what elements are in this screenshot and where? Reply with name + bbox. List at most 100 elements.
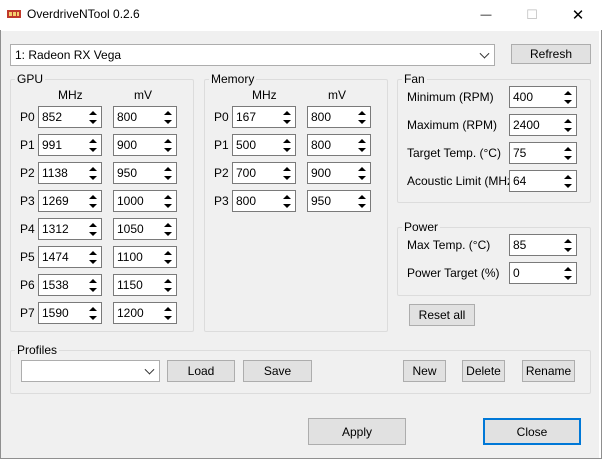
close-window-button[interactable]: ✕ xyxy=(555,0,601,30)
spin-up-button[interactable] xyxy=(161,276,175,285)
spin-up-button[interactable] xyxy=(161,220,175,229)
spin-up-button[interactable] xyxy=(280,192,294,201)
gpu-mhz-spin[interactable]: 1538 xyxy=(38,274,102,296)
memory-mv-spin[interactable]: 900 xyxy=(307,162,371,184)
spin-up-button[interactable] xyxy=(161,164,175,173)
gpu-mv-spin[interactable]: 1000 xyxy=(113,190,177,212)
profile-select[interactable] xyxy=(21,360,160,382)
spin-up-button[interactable] xyxy=(86,248,100,257)
gpu-mv-spin[interactable]: 1050 xyxy=(113,218,177,240)
gpu-mhz-spin[interactable]: 1269 xyxy=(38,190,102,212)
load-profile-button[interactable]: Load xyxy=(167,360,235,382)
memory-mhz-spin[interactable]: 700 xyxy=(232,162,296,184)
spin-down-button[interactable] xyxy=(161,173,175,182)
spin-down-button[interactable] xyxy=(561,273,575,282)
refresh-button[interactable]: Refresh xyxy=(511,44,591,64)
spin-up-button[interactable] xyxy=(561,144,575,153)
spin-up-button[interactable] xyxy=(280,136,294,145)
device-select[interactable]: 1: Radeon RX Vega xyxy=(10,44,495,66)
gpu-mhz-spin[interactable]: 1138 xyxy=(38,162,102,184)
memory-mhz-spin[interactable]: 800 xyxy=(232,190,296,212)
spin-down-button[interactable] xyxy=(561,245,575,254)
gpu-mhz-spin[interactable]: 1474 xyxy=(38,246,102,268)
fan-setting-spin[interactable]: 64 xyxy=(509,170,577,192)
gpu-mv-spin[interactable]: 1200 xyxy=(113,302,177,324)
spin-up-button[interactable] xyxy=(86,164,100,173)
spin-up-button[interactable] xyxy=(561,172,575,181)
apply-button[interactable]: Apply xyxy=(308,418,406,445)
spin-down-button[interactable] xyxy=(86,313,100,322)
spin-down-button[interactable] xyxy=(561,97,575,106)
memory-mhz-spin[interactable]: 167 xyxy=(232,106,296,128)
spin-up-button[interactable] xyxy=(355,136,369,145)
gpu-mhz-spin[interactable]: 991 xyxy=(38,134,102,156)
memory-mv-spin[interactable]: 800 xyxy=(307,106,371,128)
new-profile-button[interactable]: New xyxy=(403,360,446,382)
gpu-mv-spin[interactable]: 950 xyxy=(113,162,177,184)
spin-up-button[interactable] xyxy=(280,108,294,117)
save-profile-button[interactable]: Save xyxy=(243,360,312,382)
spin-up-button[interactable] xyxy=(86,192,100,201)
spin-down-button[interactable] xyxy=(355,173,369,182)
spin-down-button[interactable] xyxy=(280,117,294,126)
spin-down-button[interactable] xyxy=(561,181,575,190)
spin-up-button[interactable] xyxy=(86,108,100,117)
spin-down-button[interactable] xyxy=(280,201,294,210)
memory-mhz-spin[interactable]: 500 xyxy=(232,134,296,156)
close-button[interactable]: Close xyxy=(483,418,581,445)
spin-down-button[interactable] xyxy=(86,201,100,210)
spin-down-button[interactable] xyxy=(161,285,175,294)
spin-down-button[interactable] xyxy=(161,117,175,126)
spin-up-button[interactable] xyxy=(561,236,575,245)
spin-up-button[interactable] xyxy=(161,108,175,117)
spin-down-button[interactable] xyxy=(86,285,100,294)
fan-setting-spin[interactable]: 400 xyxy=(509,86,577,108)
reset-all-button[interactable]: Reset all xyxy=(409,304,475,326)
gpu-mv-spin[interactable]: 1100 xyxy=(113,246,177,268)
spin-up-button[interactable] xyxy=(355,164,369,173)
spin-down-button[interactable] xyxy=(355,145,369,154)
spin-down-button[interactable] xyxy=(161,201,175,210)
spin-up-button[interactable] xyxy=(355,108,369,117)
rename-profile-button[interactable]: Rename xyxy=(522,360,575,382)
gpu-mhz-spin[interactable]: 1590 xyxy=(38,302,102,324)
fan-setting-spin[interactable]: 2400 xyxy=(509,114,577,136)
memory-mv-spin[interactable]: 800 xyxy=(307,134,371,156)
spin-down-button[interactable] xyxy=(161,313,175,322)
spin-up-button[interactable] xyxy=(561,88,575,97)
spin-down-button[interactable] xyxy=(355,117,369,126)
spin-down-button[interactable] xyxy=(86,145,100,154)
spin-down-button[interactable] xyxy=(161,257,175,266)
power-setting-spin[interactable]: 85 xyxy=(509,234,577,256)
gpu-mv-spin[interactable]: 800 xyxy=(113,106,177,128)
spin-down-button[interactable] xyxy=(161,229,175,238)
minimize-button[interactable]: — xyxy=(463,0,509,30)
spin-up-button[interactable] xyxy=(161,304,175,313)
spin-down-button[interactable] xyxy=(561,125,575,134)
spin-down-button[interactable] xyxy=(355,201,369,210)
fan-setting-spin[interactable]: 75 xyxy=(509,142,577,164)
memory-mv-spin[interactable]: 950 xyxy=(307,190,371,212)
spin-up-button[interactable] xyxy=(86,304,100,313)
gpu-mhz-spin[interactable]: 1312 xyxy=(38,218,102,240)
spin-down-button[interactable] xyxy=(86,173,100,182)
spin-down-button[interactable] xyxy=(280,145,294,154)
spin-up-button[interactable] xyxy=(86,220,100,229)
spin-up-button[interactable] xyxy=(161,192,175,201)
spin-up-button[interactable] xyxy=(561,264,575,273)
power-setting-spin[interactable]: 0 xyxy=(509,262,577,284)
spin-down-button[interactable] xyxy=(86,229,100,238)
spin-down-button[interactable] xyxy=(561,153,575,162)
spin-up-button[interactable] xyxy=(161,136,175,145)
gpu-mv-spin[interactable]: 1150 xyxy=(113,274,177,296)
spin-down-button[interactable] xyxy=(86,257,100,266)
spin-up-button[interactable] xyxy=(86,276,100,285)
spin-down-button[interactable] xyxy=(86,117,100,126)
spin-up-button[interactable] xyxy=(86,136,100,145)
spin-up-button[interactable] xyxy=(561,116,575,125)
gpu-mv-spin[interactable]: 900 xyxy=(113,134,177,156)
spin-up-button[interactable] xyxy=(355,192,369,201)
gpu-mhz-spin[interactable]: 852 xyxy=(38,106,102,128)
spin-up-button[interactable] xyxy=(161,248,175,257)
spin-down-button[interactable] xyxy=(280,173,294,182)
